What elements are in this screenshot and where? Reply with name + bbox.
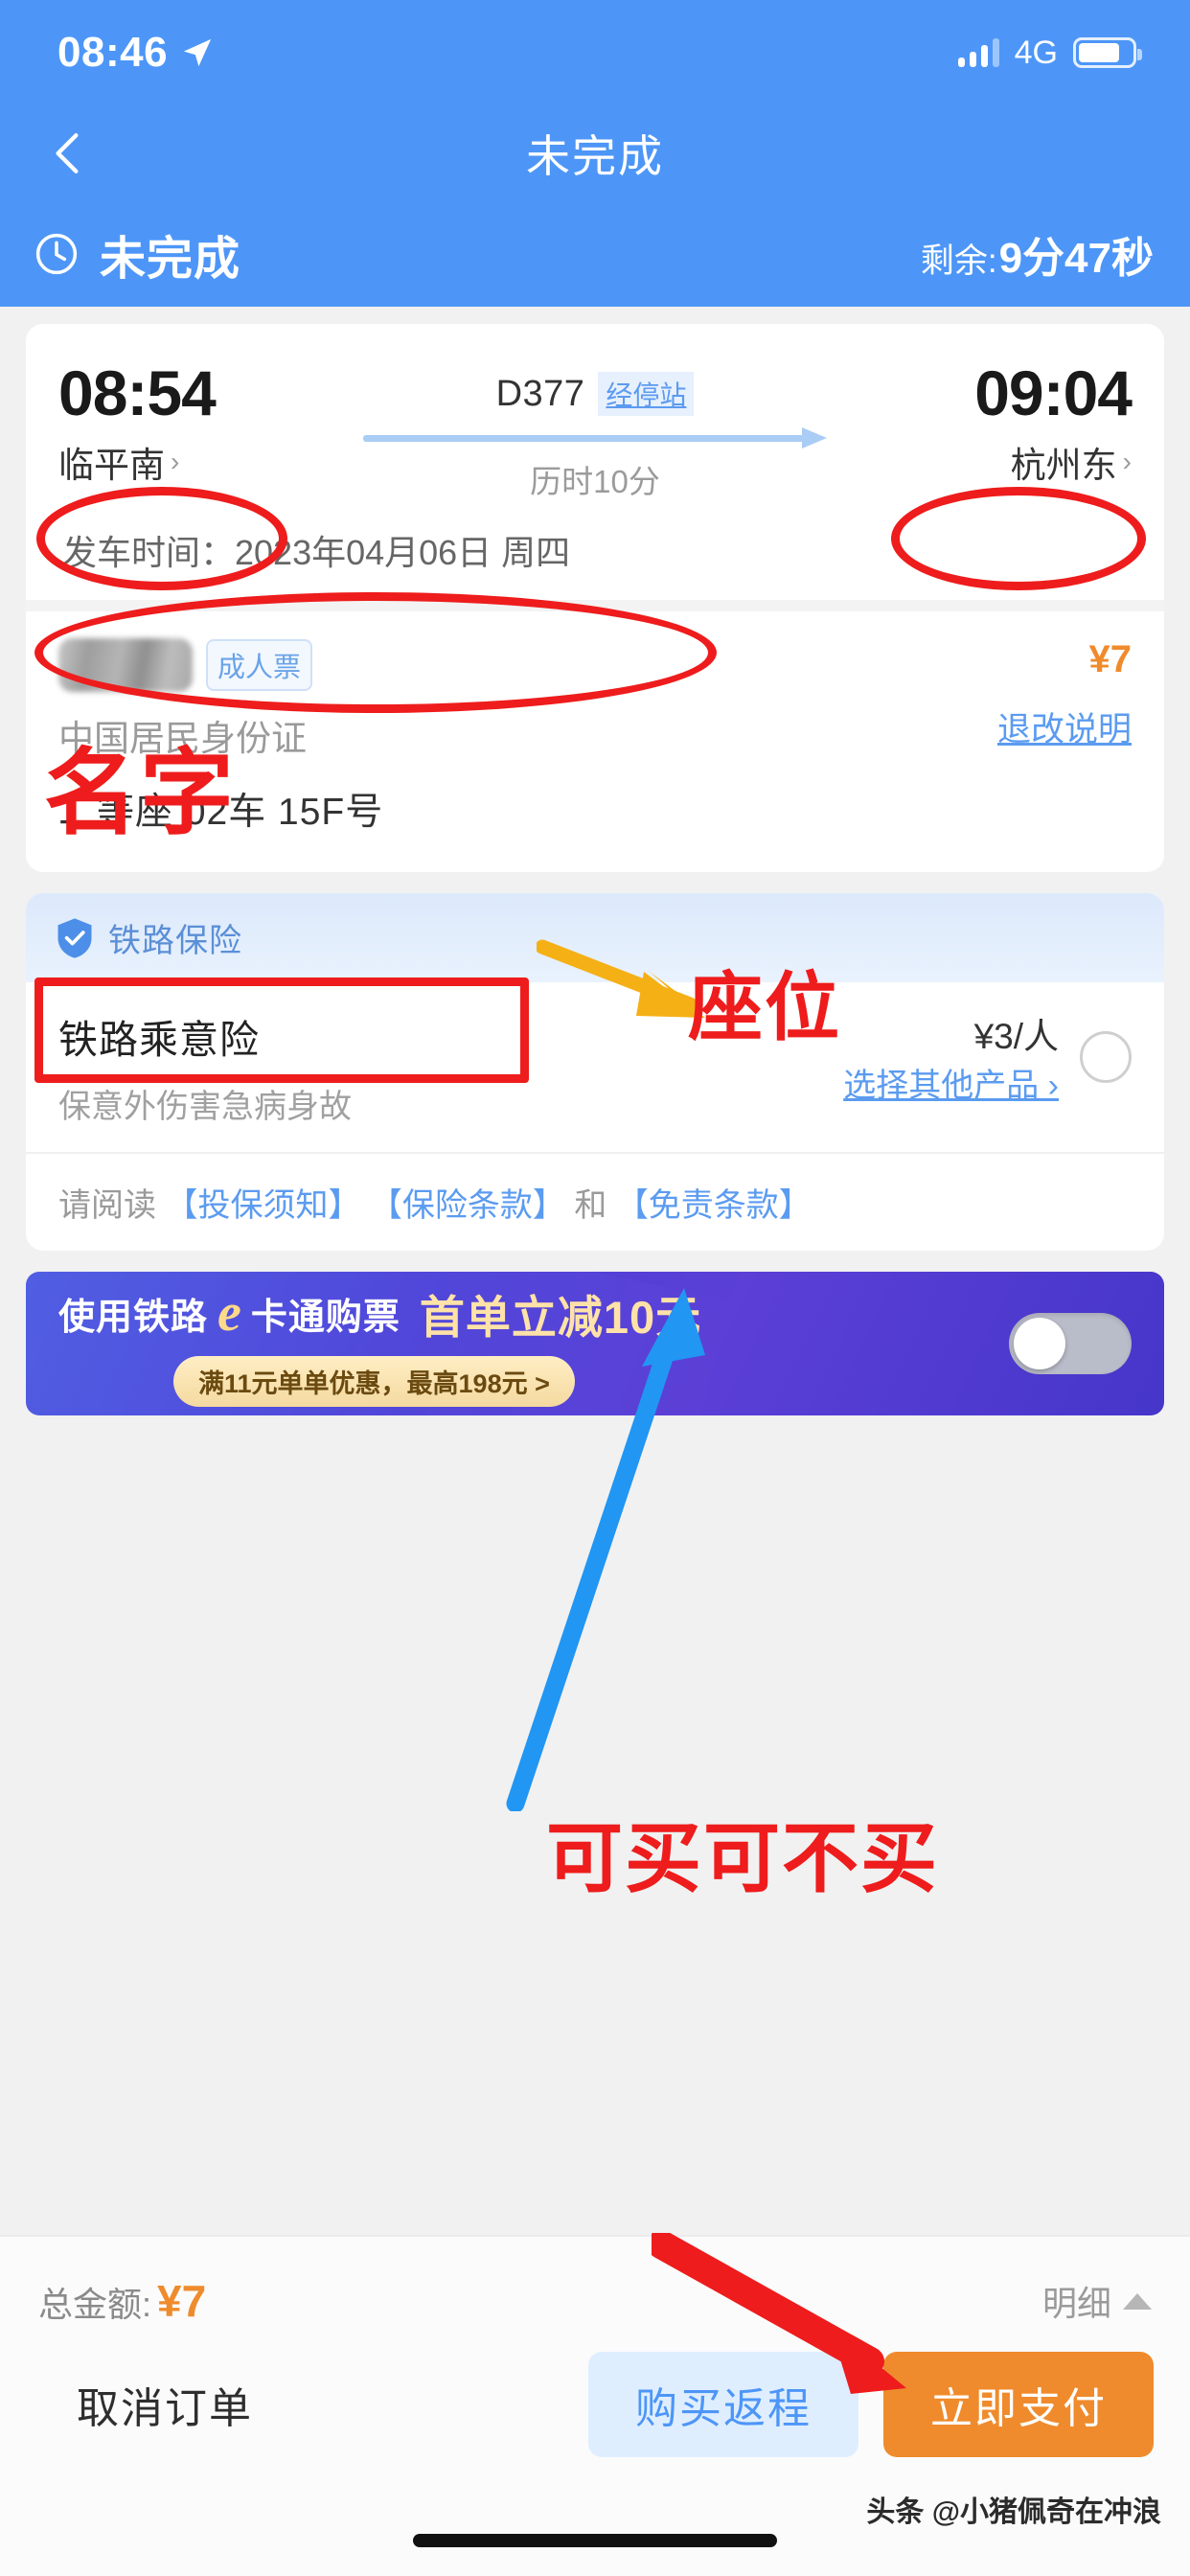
promo-pill[interactable]: 满11元单单优惠，最高198元 >: [173, 1356, 575, 1407]
refund-policy-link[interactable]: 退改说明: [997, 702, 1132, 751]
chevron-left-icon[interactable]: [44, 129, 92, 177]
departure-date: 发车时间：2023年04月06日 周四: [62, 533, 571, 572]
card-divider: [26, 600, 1164, 611]
price-detail-toggle[interactable]: 明细: [1042, 2276, 1152, 2326]
passenger-name-masked: [58, 638, 193, 692]
arrival-endpoint: 09:04 杭州东 ›: [844, 357, 1133, 488]
signal-bars-icon: [957, 38, 999, 67]
order-card: 08:54 临平南 › D377 经停站 历时10分 09:04 杭州东 › 发…: [26, 324, 1164, 872]
e-card-logo-icon: e: [217, 1283, 241, 1344]
insurance-product-info: 铁路乘意险 保意外伤害急病身故: [58, 1007, 352, 1127]
total-amount-value: ¥7: [157, 2276, 207, 2326]
insurance-price-block: ¥3/人 选择其他产品 ›: [843, 1007, 1059, 1106]
pay-now-button[interactable]: 立即支付: [883, 2352, 1154, 2457]
terms-link-disclaimer[interactable]: 【免责条款】: [616, 1187, 812, 1224]
insurance-card: 铁路保险 铁路乘意险 保意外伤害急病身故 ¥3/人 选择其他产品 › 请阅读 【…: [26, 893, 1164, 1251]
promo-toggle-knob: [1014, 1318, 1065, 1369]
departure-station[interactable]: 临平南 ›: [58, 436, 346, 488]
status-bar-right: 4G: [957, 34, 1142, 72]
arrival-time: 09:04: [974, 357, 1133, 428]
battery-icon: [1073, 37, 1142, 68]
chevron-right-icon: ›: [171, 447, 180, 477]
promo-toggle[interactable]: [1009, 1313, 1132, 1374]
home-indicator: [413, 2534, 777, 2547]
insurance-header: 铁路保险: [26, 893, 1164, 982]
chevron-right-icon: ›: [1122, 447, 1132, 477]
passenger-id-type: 中国居民身份证: [58, 719, 307, 758]
status-bar-clock: 08:46: [57, 29, 169, 76]
clock-icon: [35, 233, 78, 275]
insurance-terms: 请阅读 【投保须知】 【保险条款】 和 【免责条款】: [26, 1152, 1164, 1251]
promo-content: 使用铁路 e 卡通购票 首单立减10元 满11元单单优惠，最高198元 >: [26, 1280, 1009, 1407]
passenger-left: 成人票 中国居民身份证 二等座 02车 15F号: [58, 638, 383, 836]
price-detail-label: 明细: [1041, 2284, 1111, 2323]
promo-text-after: 卡通购票: [250, 1298, 400, 1338]
ticket-price: ¥7: [1088, 638, 1133, 680]
passenger-row: 成人票 中国居民身份证 二等座 02车 15F号 ¥7 退改说明: [58, 638, 1132, 836]
insurance-header-label: 铁路保险: [108, 923, 242, 959]
countdown-prefix: 剩余:: [920, 242, 997, 280]
departure-station-label: 临平南: [58, 446, 165, 486]
promo-banner[interactable]: 使用铁路 e 卡通购票 首单立减10元 满11元单单优惠，最高198元 >: [26, 1272, 1164, 1415]
total-amount-label: 总金额:: [38, 2285, 152, 2324]
countdown-value: 9分47秒: [998, 235, 1154, 282]
navigation-bar: 未完成: [0, 105, 1190, 201]
other-products-link[interactable]: 选择其他产品 ›: [843, 1068, 1059, 1104]
arrival-station-label: 杭州东: [1010, 446, 1117, 486]
countdown: 剩余: 9分47秒: [921, 223, 1154, 285]
order-status-label: 未完成: [100, 234, 241, 285]
train-number: D377: [495, 373, 585, 414]
passenger-right: ¥7 退改说明: [997, 638, 1132, 751]
terms-conjunction: 和: [574, 1187, 607, 1224]
insurance-product-row: 铁路乘意险 保意外伤害急病身故 ¥3/人 选择其他产品 ›: [26, 982, 1164, 1152]
location-arrow-icon: [183, 38, 212, 67]
annotation-label-insurance: 可买可不买: [546, 1816, 939, 1901]
insurance-product-name: 铁路乘意险: [58, 1018, 260, 1062]
stops-link[interactable]: 经停站: [598, 372, 695, 416]
order-status-strip: 未完成 剩余: 9分47秒: [0, 201, 1190, 307]
cancel-order-button[interactable]: 取消订单: [42, 2352, 287, 2457]
passenger-section: 成人票 中国居民身份证 二等座 02车 15F号 ¥7 退改说明: [26, 611, 1164, 872]
departure-endpoint: 08:54 临平南 ›: [58, 357, 346, 488]
ticket-type-badge: 成人票: [206, 639, 313, 691]
insurance-price: ¥3/人: [973, 1017, 1059, 1056]
order-status-left: 未完成: [33, 220, 240, 288]
terms-link-clauses[interactable]: 【保险条款】: [370, 1187, 565, 1224]
network-type-label: 4G: [1014, 34, 1058, 71]
promo-text-before: 使用铁路: [58, 1298, 209, 1338]
shield-check-icon: [57, 917, 92, 958]
bottom-summary-row: 总金额: ¥7 明细: [0, 2237, 1190, 2327]
total-amount-block: 总金额: ¥7: [38, 2275, 206, 2327]
status-bar: 08:46 4G: [0, 0, 1190, 105]
insurance-product-actions: ¥3/人 选择其他产品 ›: [843, 1007, 1132, 1106]
trip-duration: 历时10分: [530, 464, 660, 499]
buy-return-ticket-button[interactable]: 购买返程: [588, 2352, 858, 2457]
passenger-seat: 二等座 02车 15F号: [58, 792, 384, 833]
departure-time: 08:54: [58, 357, 217, 428]
train-row: D377 经停站: [346, 372, 844, 416]
trip-middle: D377 经停站 历时10分: [346, 360, 844, 502]
bottom-bar: 总金额: ¥7 明细 取消订单 购买返程 立即支付 头条 @小猪佩奇在冲浪: [0, 2235, 1190, 2576]
status-bar-left: 08:46: [57, 29, 214, 77]
direction-arrow-icon: [363, 427, 827, 448]
trip-row: 08:54 临平南 › D377 经停站 历时10分 09:04 杭州东 ›: [58, 357, 1133, 502]
passenger-name-row: 成人票: [58, 638, 383, 692]
terms-link-notice[interactable]: 【投保须知】: [165, 1187, 360, 1224]
insurance-select-radio[interactable]: [1080, 1030, 1132, 1083]
arrival-station[interactable]: 杭州东 ›: [844, 436, 1132, 488]
caret-up-icon: [1123, 2292, 1152, 2310]
promo-headline: 使用铁路 e 卡通购票 首单立减10元: [58, 1280, 1009, 1346]
promo-highlight: 首单立减10元: [419, 1292, 702, 1343]
bottom-button-row: 取消订单 购买返程 立即支付: [0, 2327, 1190, 2457]
terms-prefix: 请阅读: [58, 1187, 156, 1224]
trip-section: 08:54 临平南 › D377 经停站 历时10分 09:04 杭州东 › 发…: [26, 324, 1164, 600]
insurance-product-desc: 保意外伤害急病身故: [58, 1089, 352, 1125]
watermark: 头条 @小猪佩奇在冲浪: [866, 2496, 1161, 2528]
page-title: 未完成: [526, 131, 664, 181]
